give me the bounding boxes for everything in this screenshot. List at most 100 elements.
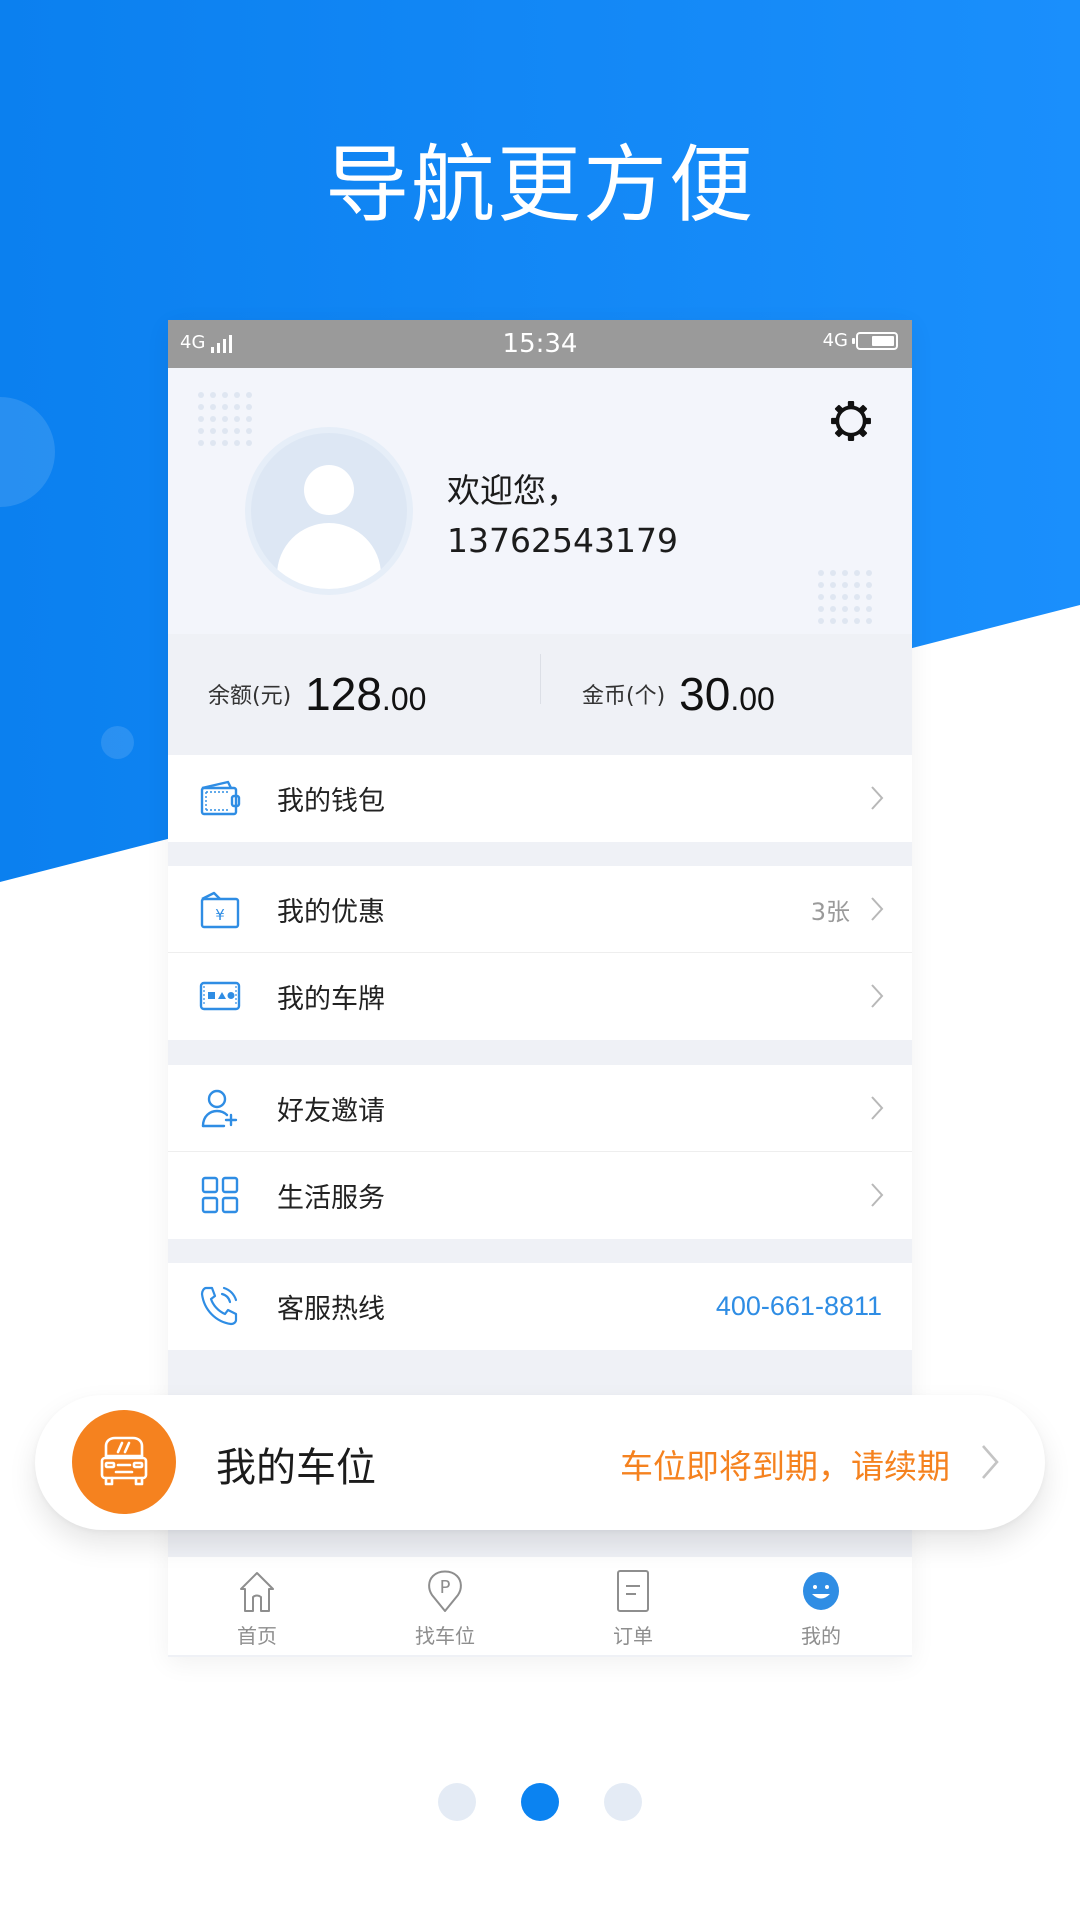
- parking-pin-icon: P: [428, 1570, 462, 1612]
- gear-icon[interactable]: [830, 400, 872, 442]
- chevron-right-icon: [871, 1096, 884, 1120]
- decorative-dot: [866, 582, 872, 588]
- hotline-number[interactable]: 400-661-8811: [716, 1291, 882, 1322]
- decorative-dot: [818, 570, 824, 576]
- page-dot-active[interactable]: [521, 1783, 559, 1821]
- decorative-dot: [842, 570, 848, 576]
- decorative-dot: [222, 404, 228, 410]
- page-dot[interactable]: [438, 1783, 476, 1821]
- menu-item-label: 我的车牌: [277, 984, 385, 1015]
- avatar-head-shape: [304, 465, 354, 515]
- order-icon: [617, 1570, 649, 1612]
- smiley-profile-icon: [803, 1572, 839, 1610]
- page-indicator: [0, 1783, 1080, 1821]
- balance-int: 128: [305, 668, 382, 720]
- tab-find-parking[interactable]: P 找车位: [385, 1557, 505, 1655]
- tab-mine[interactable]: 我的: [761, 1557, 881, 1655]
- user-phone-number: 13762543179: [447, 521, 678, 560]
- bottom-tab-bar: 首页 P 找车位 订单 我的: [168, 1557, 912, 1655]
- coins-item[interactable]: 金币(个) 30.00: [582, 634, 775, 754]
- decorative-dot: [246, 428, 252, 434]
- decorative-dot: [854, 582, 860, 588]
- decorative-dot: [222, 392, 228, 398]
- decorative-dot: [246, 404, 252, 410]
- coins-label: 金币(个): [582, 684, 666, 709]
- decorative-dot-grid: [818, 570, 878, 630]
- decorative-dot: [234, 416, 240, 422]
- coupon-count: 3张: [810, 898, 850, 926]
- battery-level: [872, 335, 894, 346]
- balance-value: 128.00: [305, 667, 426, 721]
- decorative-dot: [234, 392, 240, 398]
- decorative-dot: [222, 440, 228, 446]
- balance-label: 余额(元): [208, 684, 292, 709]
- decorative-dot: [198, 416, 204, 422]
- phone-icon: [200, 1286, 238, 1326]
- menu-item-wallet[interactable]: 我的钱包: [168, 755, 912, 842]
- page-dot[interactable]: [604, 1783, 642, 1821]
- decorative-dot: [842, 606, 848, 612]
- balance-divider: [540, 654, 541, 704]
- decorative-dot: [246, 392, 252, 398]
- network-type-right: 4G: [822, 330, 848, 351]
- decorative-dot: [234, 428, 240, 434]
- decorative-dot: [234, 404, 240, 410]
- coupon-icon: ¥: [200, 891, 240, 929]
- chevron-right-icon: [871, 1183, 884, 1207]
- decorative-dot: [830, 594, 836, 600]
- menu-item-label: 好友邀请: [277, 1096, 385, 1127]
- svg-text:P: P: [440, 1577, 451, 1598]
- coins-dec: .00: [730, 681, 775, 717]
- decorative-dot: [246, 416, 252, 422]
- welcome-text: 欢迎您， 13762543179: [447, 466, 678, 566]
- profile-header: 欢迎您， 13762543179: [168, 368, 912, 634]
- menu-item-coupons[interactable]: ¥ 我的优惠 3张: [168, 866, 912, 953]
- decorative-dot: [210, 404, 216, 410]
- avatar[interactable]: [251, 433, 407, 589]
- decorative-dot: [210, 392, 216, 398]
- decorative-dot: [830, 618, 836, 624]
- car-icon: [100, 1436, 148, 1486]
- decorative-dot: [198, 404, 204, 410]
- decorative-dot: [854, 570, 860, 576]
- decorative-dot: [830, 582, 836, 588]
- balance-dec: .00: [381, 681, 427, 717]
- decorative-dot: [210, 440, 216, 446]
- menu-item-label: 我的优惠: [277, 897, 385, 928]
- parking-card-title: 我的车位: [216, 1445, 376, 1491]
- decorative-dot: [854, 606, 860, 612]
- decorative-dot: [210, 428, 216, 434]
- menu-item-customer-hotline[interactable]: 客服热线 400-661-8811: [168, 1263, 912, 1350]
- decorative-dot: [818, 606, 824, 612]
- wallet-icon: [200, 780, 241, 816]
- menu-item-license-plate[interactable]: 我的车牌: [168, 953, 912, 1040]
- decorative-dot: [198, 392, 204, 398]
- balance-item[interactable]: 余额(元) 128.00: [208, 634, 426, 754]
- chevron-right-icon: [982, 1445, 999, 1479]
- home-icon: [240, 1572, 274, 1612]
- decorative-dot: [818, 618, 824, 624]
- coins-int: 30: [679, 668, 731, 720]
- tab-orders[interactable]: 订单: [573, 1557, 693, 1655]
- decorative-dot: [866, 570, 872, 576]
- chevron-right-icon: [871, 984, 884, 1008]
- decorative-dot: [246, 440, 252, 446]
- decorative-dot: [818, 594, 824, 600]
- status-time: 15:34: [502, 329, 578, 359]
- decorative-dot: [818, 582, 824, 588]
- menu-item-life-services[interactable]: 生活服务: [168, 1152, 912, 1239]
- decorative-dot: [842, 594, 848, 600]
- decorative-dot: [830, 570, 836, 576]
- greeting: 欢迎您，: [447, 471, 579, 510]
- balance-strip: 余额(元) 128.00 金币(个) 30.00: [168, 634, 912, 754]
- my-parking-spot-card[interactable]: 我的车位 车位即将到期，请续期: [35, 1395, 1045, 1530]
- tab-home[interactable]: 首页: [197, 1557, 317, 1655]
- menu-item-invite-friends[interactable]: 好友邀请: [168, 1065, 912, 1152]
- parking-card-icon-badge: [72, 1410, 176, 1514]
- decorative-dot: [210, 416, 216, 422]
- tab-label: 首页: [237, 1624, 277, 1648]
- add-friend-icon: [201, 1089, 238, 1128]
- chevron-right-icon: [871, 897, 884, 921]
- promo-headline: 导航更方便: [324, 136, 755, 234]
- decorative-dot: [866, 618, 872, 624]
